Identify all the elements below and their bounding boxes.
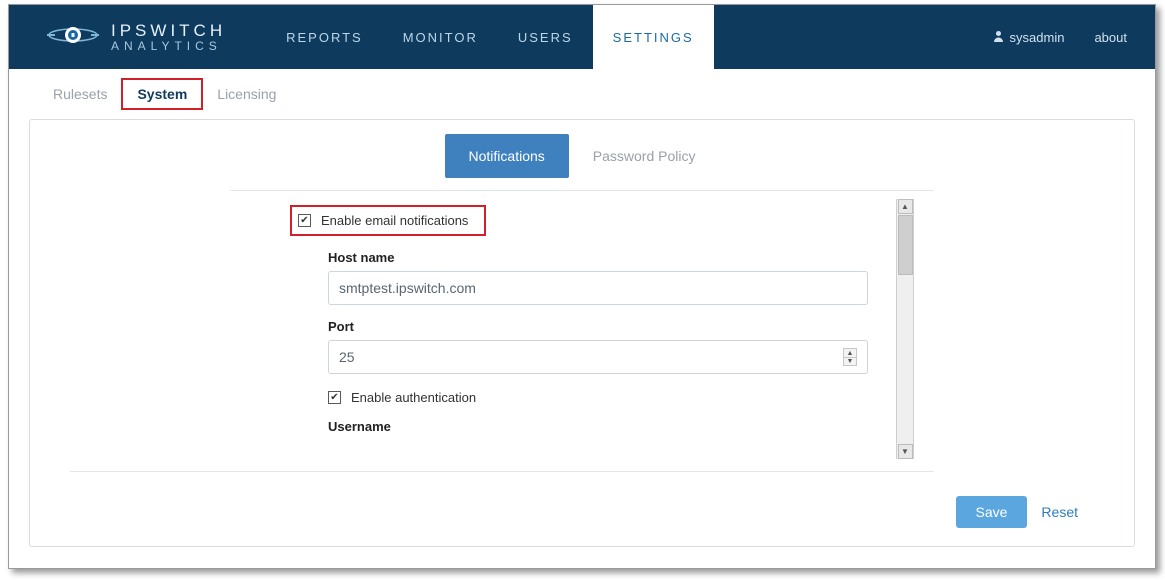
- nav-monitor[interactable]: MONITOR: [383, 5, 498, 69]
- subtab-rulesets-label: Rulesets: [53, 86, 107, 102]
- user-icon: [993, 30, 1004, 45]
- port-value: 25: [339, 349, 355, 365]
- tab-password-policy-label: Password Policy: [593, 148, 696, 164]
- reset-link[interactable]: Reset: [1041, 504, 1078, 520]
- nav-settings-label: SETTINGS: [613, 30, 694, 45]
- nav-users-label: USERS: [518, 30, 573, 45]
- host-label: Host name: [328, 250, 889, 265]
- about-label: about: [1094, 30, 1127, 45]
- divider: [230, 190, 934, 191]
- scroll-down-icon[interactable]: ▼: [898, 444, 913, 459]
- about-link[interactable]: about: [1078, 30, 1127, 45]
- username-label: Username: [328, 419, 889, 434]
- subtab-system-label: System: [137, 86, 187, 102]
- brand-logo: IPSWITCH ANALYTICS: [45, 20, 226, 55]
- port-label: Port: [328, 319, 889, 334]
- scrollbar[interactable]: ▲ ▼: [896, 199, 913, 459]
- inner-tabs: Notifications Password Policy: [30, 120, 1134, 178]
- scroll-thumb[interactable]: [898, 215, 913, 275]
- host-value: smtptest.ipswitch.com: [339, 280, 476, 296]
- subtab-licensing-label: Licensing: [217, 86, 276, 102]
- brand-line2: ANALYTICS: [111, 40, 226, 53]
- tab-password-policy[interactable]: Password Policy: [569, 134, 720, 178]
- enable-auth-label: Enable authentication: [351, 390, 476, 405]
- save-label: Save: [976, 504, 1008, 520]
- tab-notifications[interactable]: Notifications: [445, 134, 569, 178]
- enable-email-checkbox[interactable]: ✔: [298, 214, 311, 227]
- port-spinner[interactable]: ▲ ▼: [843, 348, 857, 366]
- nav-settings[interactable]: SETTINGS: [593, 5, 714, 69]
- nav-users[interactable]: USERS: [498, 5, 593, 69]
- top-nav: IPSWITCH ANALYTICS REPORTS MONITOR USERS…: [9, 5, 1155, 69]
- brand-line1: IPSWITCH: [111, 22, 226, 40]
- scroll-up-icon[interactable]: ▲: [898, 199, 913, 214]
- settings-panel: Notifications Password Policy ✔ Enable e…: [29, 119, 1135, 547]
- enable-auth-checkbox[interactable]: ✔: [328, 391, 341, 404]
- nav-reports[interactable]: REPORTS: [266, 5, 383, 69]
- nav-monitor-label: MONITOR: [403, 30, 478, 45]
- enable-email-row: ✔ Enable email notifications: [290, 205, 486, 236]
- save-button[interactable]: Save: [956, 496, 1028, 528]
- subtab-licensing[interactable]: Licensing: [203, 80, 290, 108]
- actions: Save Reset: [30, 472, 1134, 528]
- brand-icon: [45, 20, 101, 55]
- user-name: sysadmin: [1010, 30, 1065, 45]
- spinner-up-icon[interactable]: ▲: [844, 349, 856, 357]
- enable-email-label: Enable email notifications: [321, 213, 468, 228]
- subtabs: Rulesets System Licensing: [9, 69, 1155, 119]
- nav-reports-label: REPORTS: [286, 30, 363, 45]
- form-scroll-area: ✔ Enable email notifications Host name s…: [290, 199, 914, 459]
- host-input[interactable]: smtptest.ipswitch.com: [328, 271, 868, 305]
- spinner-down-icon[interactable]: ▼: [844, 357, 856, 365]
- user-menu[interactable]: sysadmin: [979, 30, 1079, 45]
- subtab-system[interactable]: System: [121, 78, 203, 110]
- tab-notifications-label: Notifications: [469, 148, 545, 164]
- nav-items: REPORTS MONITOR USERS SETTINGS: [266, 5, 714, 69]
- reset-label: Reset: [1041, 504, 1078, 520]
- subtab-rulesets[interactable]: Rulesets: [39, 80, 121, 108]
- port-input[interactable]: 25 ▲ ▼: [328, 340, 868, 374]
